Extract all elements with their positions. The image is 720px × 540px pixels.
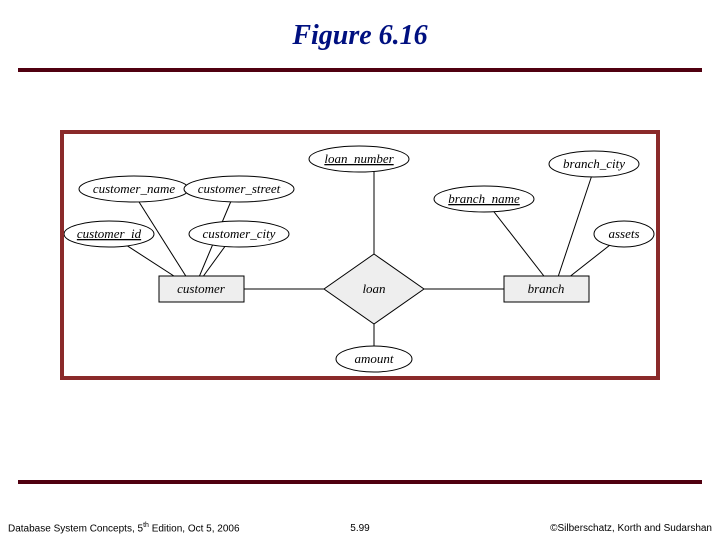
label-customer-name: customer_name: [93, 181, 176, 196]
label-loan-number: loan_number: [324, 151, 394, 166]
label-customer-id: customer_id: [77, 226, 142, 241]
label-amount: amount: [355, 351, 394, 366]
label-assets: assets: [608, 226, 639, 241]
label-customer-street: customer_street: [198, 181, 281, 196]
figure-frame: customer_name customer_street customer_i…: [60, 130, 660, 380]
label-entity-customer: customer: [177, 281, 226, 296]
slide-title: Figure 6.16: [0, 20, 720, 52]
label-customer-city: customer_city: [203, 226, 276, 241]
label-entity-branch: branch: [528, 281, 565, 296]
label-relationship-loan: loan: [362, 281, 385, 296]
er-diagram: customer_name customer_street customer_i…: [64, 134, 656, 376]
rule-bottom: [18, 480, 702, 484]
footer-right: ©Silberschatz, Korth and Sudarshan: [550, 523, 712, 534]
rule-top: [18, 68, 702, 72]
label-branch-name: branch_name: [448, 191, 520, 206]
label-branch-city: branch_city: [563, 156, 625, 171]
